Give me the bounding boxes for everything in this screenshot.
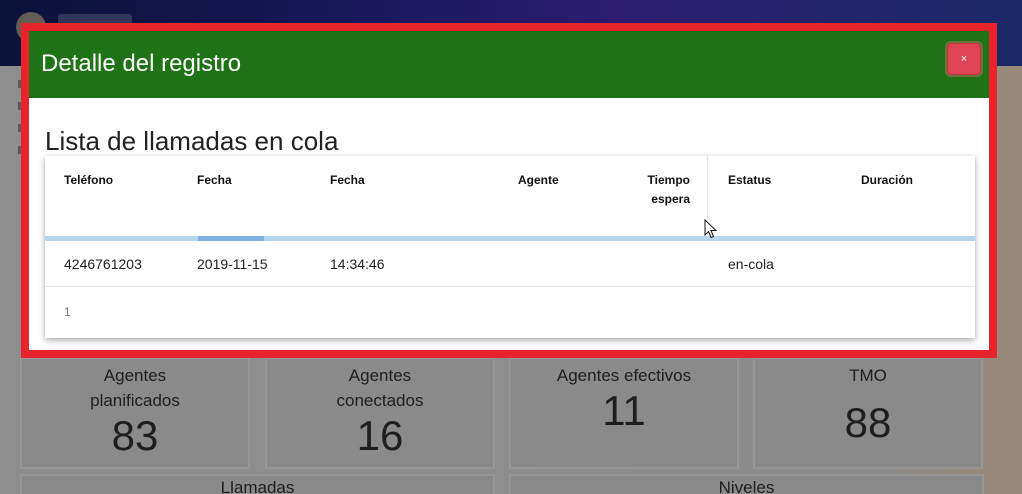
column-header-tiempo-espera[interactable]: Tiempo espera — [635, 171, 690, 209]
table-pagination: 1 — [45, 287, 975, 338]
card-title: Niveles — [718, 478, 775, 494]
stat-label: Agentes conectados — [336, 366, 424, 410]
stat-card-tmo: TMO 88 — [753, 357, 983, 469]
queue-list-title: Lista de llamadas en cola — [45, 126, 339, 156]
cell-hora: 14:34:46 — [330, 256, 385, 272]
column-header-fecha[interactable]: Fecha — [197, 171, 232, 190]
stat-card-agentes-planificados: Agentes planificados 83 — [20, 357, 250, 469]
stat-value: 83 — [111, 412, 159, 459]
stat-label: Agentes planificados — [90, 366, 180, 410]
stat-value: 88 — [844, 399, 892, 446]
stat-value: 16 — [356, 412, 404, 459]
stat-card-agentes-efectivos: Agentes efectivos 11 — [509, 357, 739, 469]
stat-value: 11 — [602, 387, 646, 434]
record-detail-modal: Detalle del registro × Lista de llamadas… — [21, 23, 997, 358]
card-niveles: Niveles — [509, 474, 984, 494]
column-header-telefono[interactable]: Teléfono — [64, 171, 113, 190]
modal-title: Detalle del registro — [41, 50, 242, 77]
card-llamadas: Llamadas — [20, 474, 495, 494]
close-icon: × — [960, 53, 968, 65]
cell-fecha: 2019-11-15 — [197, 256, 268, 272]
card-title: Llamadas — [220, 478, 295, 494]
stat-label: TMO — [849, 366, 887, 385]
queued-calls-table: Teléfono Fecha Fecha Agente Tiempo esper… — [45, 156, 975, 338]
mouse-pointer-icon — [704, 219, 718, 239]
table-row[interactable]: 4246761203 2019-11-15 14:34:46 en-cola — [45, 241, 975, 287]
column-header-hora[interactable]: Fecha — [330, 171, 365, 190]
pagination-page-1[interactable]: 1 — [64, 305, 71, 319]
close-button[interactable]: × — [947, 43, 981, 75]
column-header-estatus[interactable]: Estatus — [728, 171, 771, 190]
stat-card-agentes-conectados: Agentes conectados 16 — [265, 357, 495, 469]
column-header-tiempo-line1: Tiempo — [647, 173, 690, 187]
column-header-tiempo-line2: espera — [651, 192, 690, 206]
column-header-agente[interactable]: Agente — [518, 171, 559, 190]
modal-header: Detalle del registro × — [29, 31, 989, 98]
table-header: Teléfono Fecha Fecha Agente Tiempo esper… — [45, 156, 975, 236]
cell-estatus: en-cola — [728, 256, 774, 272]
cell-telefono: 4246761203 — [64, 256, 142, 272]
column-header-duracion[interactable]: Duración — [861, 171, 913, 190]
stat-label: Agentes efectivos — [556, 366, 692, 385]
